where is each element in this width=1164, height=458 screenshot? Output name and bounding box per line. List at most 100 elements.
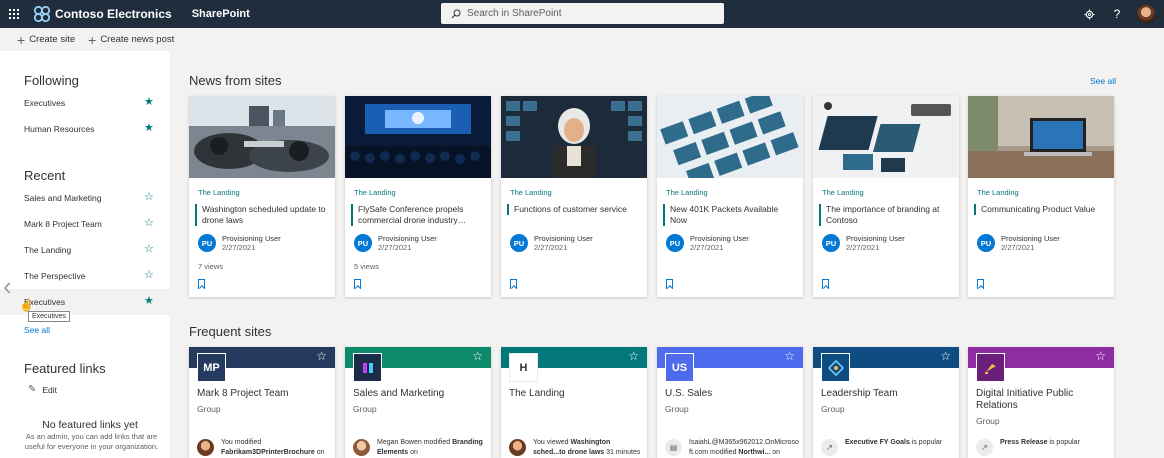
- news-card[interactable]: The Landing The importance of branding a…: [813, 96, 959, 297]
- search-icon: [451, 9, 461, 18]
- star-outline-icon[interactable]: ☆: [144, 192, 154, 203]
- star-filled-icon[interactable]: ★: [144, 97, 154, 108]
- site-name[interactable]: Digital Initiative Public Relations: [976, 388, 1106, 412]
- news-title[interactable]: Communicating Product Value: [974, 204, 1108, 215]
- star-outline-icon[interactable]: ☆: [144, 270, 154, 281]
- site-logo: MP: [197, 353, 226, 382]
- author-name: Provisioning User: [222, 234, 281, 243]
- edit-featured-links-button[interactable]: ✎ Edit: [28, 384, 57, 395]
- leadership-logo-icon: [821, 353, 850, 382]
- post-date: 2/27/2021: [846, 243, 880, 252]
- news-title[interactable]: New 401K Packets Available Now: [663, 204, 797, 226]
- sales-marketing-logo-icon: [353, 353, 382, 382]
- nav-item-label: Mark 8 Project Team: [24, 219, 102, 229]
- activity-suffix: on: [408, 448, 418, 456]
- news-site-name[interactable]: The Landing: [977, 188, 1019, 197]
- news-card[interactable]: The Landing Communicating Product Value …: [968, 96, 1114, 297]
- star-filled-icon[interactable]: ★: [144, 296, 154, 307]
- author-name: Provisioning User: [1001, 234, 1060, 243]
- site-name[interactable]: The Landing: [509, 388, 639, 400]
- news-site-name[interactable]: The Landing: [198, 188, 240, 197]
- follow-star-icon[interactable]: ☆: [784, 350, 795, 362]
- app-name[interactable]: SharePoint: [192, 8, 250, 20]
- activity-avatar: [197, 439, 214, 456]
- help-icon[interactable]: ?: [1103, 0, 1131, 28]
- activity-item[interactable]: Executive FY Goals: [845, 439, 910, 446]
- news-image-laptop-desk: [968, 96, 1114, 178]
- news-title[interactable]: The importance of branding at Contoso: [819, 204, 953, 226]
- news-card[interactable]: The Landing FlySafe Conference propels c…: [345, 96, 491, 297]
- user-avatar[interactable]: [1137, 5, 1155, 23]
- bookmark-icon[interactable]: [977, 279, 984, 289]
- brand[interactable]: Contoso Electronics: [33, 5, 172, 23]
- search-placeholder: Search in SharePoint: [467, 8, 562, 19]
- news-see-all-link[interactable]: See all: [1090, 76, 1116, 86]
- site-card[interactable]: MP ☆ Mark 8 Project Team Group You modif…: [189, 347, 335, 458]
- create-site-button[interactable]: + Create site: [17, 33, 75, 47]
- bookmark-icon[interactable]: [510, 279, 517, 289]
- nav-item-label: The Landing: [24, 245, 72, 255]
- activity-item[interactable]: Fabrikam3DPrinterBrochure: [221, 449, 315, 456]
- page-scrollbar[interactable]: [1158, 51, 1164, 458]
- news-title[interactable]: FlySafe Conference propels commercial dr…: [351, 204, 485, 226]
- bookmark-icon[interactable]: [822, 279, 829, 289]
- news-image-city-drone: [189, 96, 335, 178]
- bookmark-icon[interactable]: [666, 279, 673, 289]
- activity-item[interactable]: Press Release: [1000, 439, 1047, 446]
- site-name[interactable]: U.S. Sales: [665, 388, 795, 400]
- site-name[interactable]: Mark 8 Project Team: [197, 388, 327, 400]
- site-card[interactable]: US ☆ U.S. Sales Group ▤ IsaiahL@M365x962…: [657, 347, 803, 458]
- follow-star-icon[interactable]: ☆: [628, 350, 639, 362]
- recent-item-the-landing[interactable]: The Landing ☆: [0, 237, 170, 263]
- bookmark-icon[interactable]: [198, 279, 205, 289]
- following-item-human-resources[interactable]: Human Resources ★: [0, 116, 170, 142]
- news-card[interactable]: The Landing Washington scheduled update …: [189, 96, 335, 297]
- news-title[interactable]: Washington scheduled update to drone law…: [195, 204, 329, 226]
- recent-see-all-link[interactable]: See all: [24, 325, 50, 335]
- recent-item-the-perspective[interactable]: The Perspective ☆: [0, 263, 170, 289]
- follow-star-icon[interactable]: ☆: [1095, 350, 1106, 362]
- view-count: 7 views: [198, 262, 224, 271]
- star-outline-icon[interactable]: ☆: [144, 244, 154, 255]
- chevron-left-icon[interactable]: ‹: [3, 273, 12, 299]
- site-name[interactable]: Sales and Marketing: [353, 388, 483, 400]
- news-site-name[interactable]: The Landing: [354, 188, 396, 197]
- follow-star-icon[interactable]: ☆: [940, 350, 951, 362]
- star-outline-icon[interactable]: ☆: [144, 218, 154, 229]
- site-card[interactable]: ☆ Sales and Marketing Group Megan Bowen …: [345, 347, 491, 458]
- search-box[interactable]: Search in SharePoint: [441, 3, 724, 24]
- bookmark-icon[interactable]: [354, 279, 361, 289]
- activity-suffix: 31 minutes: [604, 448, 641, 456]
- site-card[interactable]: H ☆ The Landing You viewed Washington sc…: [501, 347, 647, 458]
- news-site-name[interactable]: The Landing: [510, 188, 552, 197]
- news-card[interactable]: The Landing Functions of customer servic…: [501, 96, 647, 297]
- site-name[interactable]: Leadership Team: [821, 388, 951, 400]
- news-site-name[interactable]: The Landing: [666, 188, 708, 197]
- recent-item-sales-and-marketing[interactable]: Sales and Marketing ☆: [0, 185, 170, 211]
- settings-gear-icon[interactable]: [1075, 0, 1103, 28]
- activity-suffix: on: [770, 448, 781, 456]
- news-site-name[interactable]: The Landing: [822, 188, 864, 197]
- following-item-executives[interactable]: Executives ★: [0, 90, 170, 116]
- news-image-conference: [345, 96, 491, 178]
- app-launcher-icon[interactable]: [0, 0, 28, 28]
- post-date: 2/27/2021: [1001, 243, 1035, 252]
- site-card[interactable]: ☆ Leadership Team Group ↗ Executive FY G…: [813, 347, 959, 458]
- author-avatar: PU: [977, 234, 995, 252]
- activity-item[interactable]: Northwi...: [738, 449, 770, 456]
- post-date: 2/27/2021: [222, 243, 256, 252]
- news-card[interactable]: The Landing New 401K Packets Available N…: [657, 96, 803, 297]
- follow-star-icon[interactable]: ☆: [316, 350, 327, 362]
- plus-icon: +: [88, 31, 97, 48]
- create-news-post-button[interactable]: + Create news post: [88, 33, 174, 47]
- activity-suffix: is popular: [909, 439, 943, 446]
- news-image-401k-packets: [657, 96, 803, 178]
- site-card[interactable]: ☆ Digital Initiative Public Relations Gr…: [968, 347, 1114, 458]
- trending-icon: ↗: [821, 439, 838, 456]
- activity-prefix: You modified: [221, 439, 262, 446]
- author-name: Provisioning User: [690, 234, 749, 243]
- news-title[interactable]: Functions of customer service: [507, 204, 641, 215]
- follow-star-icon[interactable]: ☆: [472, 350, 483, 362]
- recent-item-mark-8-project-team[interactable]: Mark 8 Project Team ☆: [0, 211, 170, 237]
- star-filled-icon[interactable]: ★: [144, 123, 154, 134]
